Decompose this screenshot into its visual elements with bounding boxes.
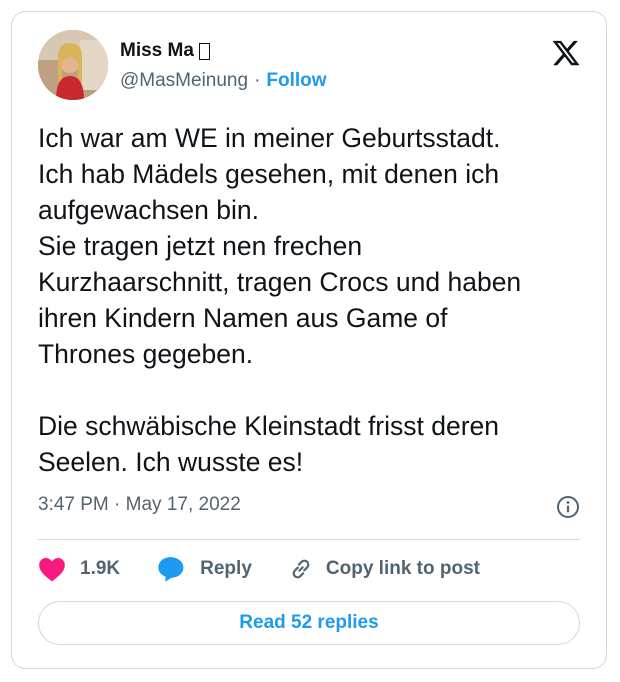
read-replies-button[interactable]: Read 52 replies [38,601,580,645]
action-bar: 1.9K Reply Copy link to post [38,554,480,584]
copy-link-button[interactable]: Copy link to post [288,556,480,582]
reply-label: Reply [200,558,252,579]
speech-bubble-icon [158,557,184,582]
tweet-timestamp[interactable]: 3:47 PM · May 17, 2022 [38,494,241,516]
copy-link-label: Copy link to post [325,558,480,579]
author-handle-row: @MasMeinung · Follow [120,70,327,92]
heart-icon [39,558,65,582]
reply-button[interactable]: Reply [156,556,252,582]
display-name[interactable]: Miss Ma [120,40,194,62]
avatar[interactable] [38,30,108,100]
tweet-text: Ich war am WE in meiner Geburtsstadt. Ic… [38,123,522,477]
link-icon [292,559,310,579]
x-logo-icon[interactable] [550,38,582,68]
like-button[interactable]: 1.9K [38,556,120,582]
separator-dot: · [254,70,261,91]
avatar-photo-icon [38,30,108,100]
author-handle[interactable]: @MasMeinung [120,70,248,92]
follow-button[interactable]: Follow [266,70,326,92]
info-icon[interactable] [556,495,580,519]
divider [38,539,580,540]
missing-glyph-icon [198,42,210,60]
tweet-card: Miss Ma @MasMeinung · Follow Ich war am … [11,11,607,669]
like-count: 1.9K [80,558,121,579]
author-name-row: Miss Ma [120,40,210,62]
